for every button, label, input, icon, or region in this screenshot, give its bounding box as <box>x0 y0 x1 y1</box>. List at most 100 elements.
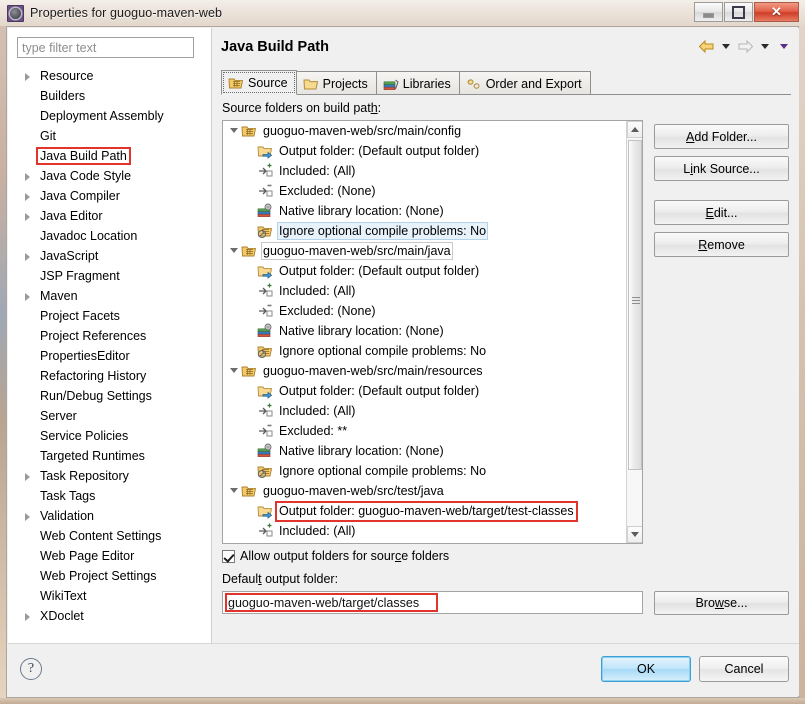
scroll-down-button[interactable] <box>627 526 642 543</box>
scrollbar-thumb[interactable] <box>628 140 642 470</box>
expand-arrow-icon[interactable] <box>22 470 35 483</box>
source-folder-row-label: Ignore optional compile problems: No <box>279 343 487 358</box>
sidebar-item-javascript[interactable]: JavaScript <box>8 246 211 266</box>
source-folder-row[interactable]: Included: (All) <box>223 161 627 181</box>
edit-mnemonic: E <box>705 205 714 220</box>
remove-button[interactable]: Remove <box>654 232 789 257</box>
minimize-button[interactable] <box>694 2 723 22</box>
source-folder-row[interactable]: Included: (All) <box>223 281 627 301</box>
collapse-arrow-icon[interactable] <box>227 481 241 501</box>
source-folder-row[interactable]: Excluded: ** <box>223 421 627 441</box>
sidebar-item-service-policies[interactable]: Service Policies <box>8 426 211 446</box>
chevron-down-icon[interactable] <box>780 44 788 49</box>
source-folder-row[interactable]: Ignore optional compile problems: No <box>223 221 627 241</box>
edit-button[interactable]: Edit... <box>654 200 789 225</box>
sidebar-item-builders[interactable]: Builders <box>8 86 211 106</box>
sidebar-item-propertieseditor[interactable]: PropertiesEditor <box>8 346 211 366</box>
expand-arrow-icon[interactable] <box>22 250 35 263</box>
preferences-tree[interactable]: Resource Builders Deployment Assembly Git Ja… <box>8 66 211 642</box>
sidebar-item-java-build-path[interactable]: Java Build Path <box>8 146 211 166</box>
source-folder-row[interactable]: Output folder: (Default output folder) <box>223 381 627 401</box>
collapse-arrow-icon[interactable] <box>227 241 241 261</box>
sidebar-item-task-tags[interactable]: Task Tags <box>8 486 211 506</box>
tab-projects[interactable]: Projects <box>295 71 377 95</box>
sidebar-item-java-editor[interactable]: Java Editor <box>8 206 211 226</box>
close-button[interactable]: ✕ <box>754 2 799 22</box>
source-folder-row[interactable]: guoguo-maven-web/src/main/config <box>223 121 627 141</box>
source-folders-tree[interactable]: guoguo-maven-web/src/main/config Output … <box>222 120 643 544</box>
expand-arrow-icon[interactable] <box>22 510 35 523</box>
tab-label: Projects <box>322 76 368 91</box>
expand-arrow-icon[interactable] <box>22 210 35 223</box>
expand-arrow-icon[interactable] <box>22 290 35 303</box>
sidebar-item-jsp-fragment[interactable]: JSP Fragment <box>8 266 211 286</box>
add-folder-button[interactable]: Add Folder... <box>654 124 789 149</box>
back-arrow-icon[interactable] <box>698 39 715 54</box>
sidebar-item-maven[interactable]: Maven <box>8 286 211 306</box>
filter-input[interactable] <box>17 37 194 58</box>
source-folder-row[interactable]: guoguo-maven-web/src/test/java <box>223 481 627 501</box>
back-dropdown-icon[interactable] <box>722 44 730 49</box>
tab-libraries[interactable]: Libraries <box>375 71 460 95</box>
ok-button[interactable]: OK <box>601 656 691 682</box>
scroll-up-button[interactable] <box>627 121 642 138</box>
sidebar-item-label: JavaScript <box>40 249 99 263</box>
sidebar-item-web-page-editor[interactable]: Web Page Editor <box>8 546 211 566</box>
source-folder-row[interactable]: Native library location: (None) <box>223 201 627 221</box>
sidebar-item-git[interactable]: Git <box>8 126 211 146</box>
source-folder-row[interactable]: Output folder: (Default output folder) <box>223 261 627 281</box>
sidebar-item-label: Builders <box>40 89 86 103</box>
expand-arrow-icon[interactable] <box>22 190 35 203</box>
sidebar-item-validation[interactable]: Validation <box>8 506 211 526</box>
source-folder-row[interactable]: Included: (All) <box>223 521 627 541</box>
expand-arrow-icon[interactable] <box>22 610 35 623</box>
source-folder-row[interactable]: Excluded: (None) <box>223 301 627 321</box>
source-folder-row[interactable]: Excluded: (None) <box>223 181 627 201</box>
tab-source[interactable]: Source <box>221 70 297 95</box>
sidebar-item-run-debug-settings[interactable]: Run/Debug Settings <box>8 386 211 406</box>
sidebar-item-deployment-assembly[interactable]: Deployment Assembly <box>8 106 211 126</box>
browse-button[interactable]: Bro w se... <box>654 591 789 615</box>
source-folder-row[interactable]: Output folder: guoguo-maven-web/target/t… <box>223 500 627 522</box>
link-source-button[interactable]: Li nk Source... <box>654 156 789 181</box>
source-folder-row[interactable]: Ignore optional compile problems: No <box>223 341 627 361</box>
sidebar-item-project-references[interactable]: Project References <box>8 326 211 346</box>
expand-arrow-icon[interactable] <box>22 70 35 83</box>
source-folder-row[interactable]: Included: (All) <box>223 401 627 421</box>
source-folder-row[interactable]: Native library location: (None) <box>223 441 627 461</box>
title-bar[interactable]: Properties for guoguo-maven-web ✕ <box>0 0 805 26</box>
maximize-button[interactable] <box>724 2 753 22</box>
source-folder-row[interactable]: guoguo-maven-web/src/main/java <box>223 241 627 261</box>
vertical-scrollbar[interactable] <box>626 121 642 543</box>
collapse-arrow-icon[interactable] <box>227 121 241 141</box>
sidebar-item-refactoring-history[interactable]: Refactoring History <box>8 366 211 386</box>
default-output-folder-input[interactable] <box>222 591 643 614</box>
sidebar-item-java-compiler[interactable]: Java Compiler <box>8 186 211 206</box>
allow-output-folders-checkbox[interactable] <box>222 549 235 563</box>
forward-dropdown-icon[interactable] <box>761 44 769 49</box>
sidebar-item-resource[interactable]: Resource <box>8 66 211 86</box>
allow-output-folders-row[interactable]: Allow output folders for source folders <box>222 549 449 563</box>
cancel-button[interactable]: Cancel <box>699 656 789 682</box>
sidebar-item-server[interactable]: Server <box>8 406 211 426</box>
sidebar-item-targeted-runtimes[interactable]: Targeted Runtimes <box>8 446 211 466</box>
source-folder-row[interactable]: Native library location: (None) <box>223 321 627 341</box>
sidebar-item-javadoc-location[interactable]: Javadoc Location <box>8 226 211 246</box>
sidebar-item-java-code-style[interactable]: Java Code Style <box>8 166 211 186</box>
sidebar-item-wikitext[interactable]: WikiText <box>8 586 211 606</box>
sidebar-item-task-repository[interactable]: Task Repository <box>8 466 211 486</box>
output-folder-icon <box>257 143 273 159</box>
tab-order-and-export[interactable]: Order and Export <box>458 71 591 95</box>
expand-arrow-icon[interactable] <box>22 170 35 183</box>
collapse-arrow-icon[interactable] <box>227 361 241 381</box>
source-folder-row[interactable]: Output folder: (Default output folder) <box>223 141 627 161</box>
sidebar-item-web-project-settings[interactable]: Web Project Settings <box>8 566 211 586</box>
sidebar-item-xdoclet[interactable]: XDoclet <box>8 606 211 626</box>
sidebar-item-web-content-settings[interactable]: Web Content Settings <box>8 526 211 546</box>
help-icon[interactable]: ? <box>20 658 42 680</box>
source-folder-row[interactable]: guoguo-maven-web/src/main/resources <box>223 361 627 381</box>
sidebar-item-label: Java Compiler <box>40 189 120 203</box>
source-folder-row[interactable]: Ignore optional compile problems: No <box>223 461 627 481</box>
sidebar-item-project-facets[interactable]: Project Facets <box>8 306 211 326</box>
